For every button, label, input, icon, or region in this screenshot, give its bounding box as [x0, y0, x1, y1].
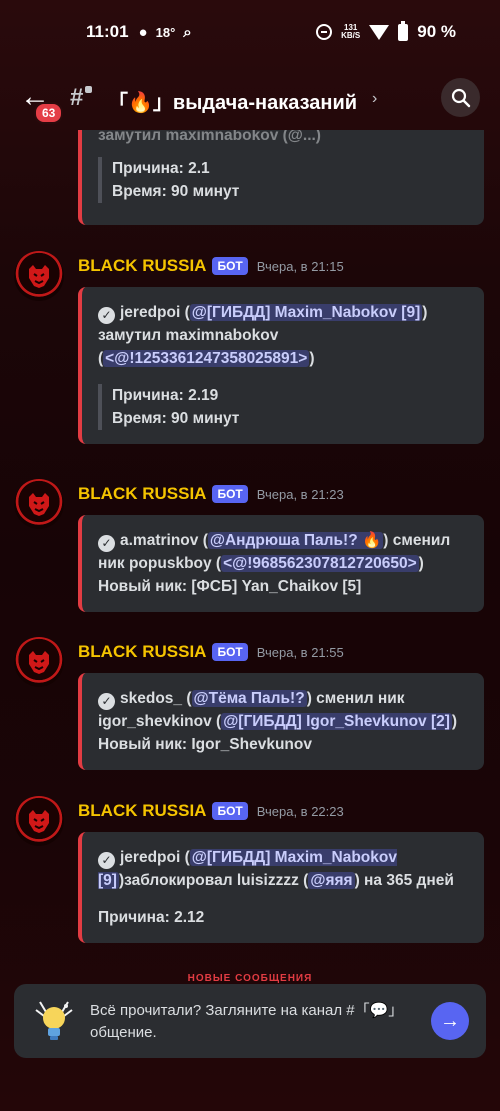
avatar[interactable]: [14, 637, 64, 687]
wifi-icon: [369, 24, 390, 40]
user-mention[interactable]: @яяя: [308, 872, 355, 889]
action-text: )заблокировал luisizzzz (: [118, 872, 309, 889]
embed-description: ✓ skedos_ (@Тёма Паль!?) сменил ник igor_…: [98, 687, 468, 733]
channel-header: ← 63 # 「🔥」выдача-наказаний ›: [0, 64, 500, 130]
author-name[interactable]: BLACK RUSSIA: [78, 642, 206, 662]
user-mention[interactable]: <@!968562307812720650>: [221, 555, 419, 572]
user-mention[interactable]: @Тёма Паль!?: [191, 690, 307, 707]
message-header: BLACK RUSSIA БОТ Вчера, в 21:23: [78, 482, 344, 506]
battery-icon: [398, 20, 409, 41]
avatar[interactable]: [14, 251, 64, 301]
status-bar: 11:01 ● 18° ⌕ 131 KB/S 90 %: [0, 0, 500, 64]
search-button[interactable]: [441, 78, 480, 117]
avatar[interactable]: [14, 479, 64, 529]
search-status-icon: ⌕: [183, 23, 192, 41]
timestamp: Вчера, в 22:23: [256, 803, 344, 819]
reason-text: Причина: 2.19: [112, 387, 219, 404]
embed-partial-text: замутил maximnabokov (@...): [98, 130, 321, 144]
battery-level: 90 %: [417, 22, 456, 41]
timestamp: Вчера, в 21:55: [256, 644, 344, 660]
new-messages-divider: НОВЫЕ СООБЩЕНИЯ: [187, 973, 313, 983]
embed-card: ✓ jeredpoi (@[ГИБДД] Maxim_Nabokov [9])за…: [78, 832, 484, 943]
chevron-right-icon[interactable]: ›: [372, 90, 377, 108]
actor-text: jeredpoi (: [120, 849, 190, 866]
user-mention[interactable]: @[ГИБДД] Igor_Shevkunov [2]: [221, 713, 452, 730]
lock-icon: [85, 86, 92, 93]
bot-tag: БОТ: [212, 643, 248, 661]
go-to-channel-button[interactable]: →: [431, 1002, 469, 1040]
action-end-text: ): [309, 350, 315, 367]
embed-quote: Причина: 2.19 Время: 90 минут: [98, 384, 468, 430]
arrow-right-icon: →: [440, 1009, 460, 1032]
bot-tag: БОТ: [212, 485, 248, 503]
check-icon: ✓: [98, 535, 115, 552]
check-icon: ✓: [98, 852, 115, 869]
bot-tag: БОТ: [212, 257, 248, 275]
embed-card: ✓ skedos_ (@Тёма Паль!?) сменил ник igor_…: [78, 673, 484, 770]
message-header: BLACK RUSSIA БОТ Вчера, в 22:23: [78, 799, 344, 823]
duration-text: Время: 90 минут: [112, 410, 240, 427]
actor-text: a.matrinov (: [120, 532, 208, 549]
clock: 11:01: [86, 22, 129, 41]
message-header: BLACK RUSSIA БОТ Вчера, в 21:55: [78, 640, 344, 664]
embed-card: ✓ a.matrinov (@Андрюша Паль!? 🔥) сменил н…: [78, 515, 484, 612]
user-mention[interactable]: @Андрюша Паль!? 🔥: [207, 532, 384, 549]
new-nick-text: Новый ник: Igor_Shevkunov: [98, 736, 312, 753]
bear-logo-icon: [29, 810, 49, 833]
embed-description: ✓ jeredpoi (@[ГИБДД] Maxim_Nabokov [9]) з…: [98, 301, 468, 370]
bot-tag: БОТ: [212, 802, 248, 820]
action-end-text: ): [451, 713, 458, 730]
reason-text: Причина: 2.1: [112, 160, 210, 177]
action-end-text: ): [418, 555, 424, 572]
unread-badge: 63: [34, 102, 64, 124]
message-header: BLACK RUSSIA БОТ Вчера, в 21:15: [78, 254, 344, 278]
timestamp: Вчера, в 21:15: [256, 258, 344, 274]
bear-logo-icon: [29, 493, 49, 516]
duration-text: Время: 90 минут: [112, 183, 240, 200]
message-list[interactable]: замутил maximnabokov (@...) Причина: 2.1…: [0, 130, 500, 980]
network-speed: 131 KB/S: [341, 24, 360, 40]
bear-logo-icon: [29, 651, 49, 674]
check-icon: ✓: [98, 693, 115, 710]
channel-title[interactable]: 「🔥」выдача-наказаний: [108, 86, 357, 115]
embed-description: ✓ a.matrinov (@Андрюша Паль!? 🔥) сменил н…: [98, 529, 468, 575]
prompt-text: Всё прочитали? Загляните на канал #「💬」об…: [90, 1002, 404, 1041]
timestamp: Вчера, в 21:23: [256, 486, 344, 502]
temperature: 18°: [155, 24, 176, 40]
action-end-text: ) на 365 дней: [354, 872, 454, 889]
check-icon: ✓: [98, 307, 115, 324]
next-channel-prompt[interactable]: Всё прочитали? Загляните на канал #「💬」об…: [14, 984, 486, 1058]
new-nick-text: Новый ник: [ФСБ] Yan_Chaikov [5]: [98, 578, 362, 595]
chat-bubble-icon: ●: [138, 23, 148, 41]
embed-quote: Причина: 2.1 Время: 90 минут: [98, 157, 468, 203]
user-mention[interactable]: <@!1253361247358025891>: [103, 350, 310, 367]
lightbulb-icon: [35, 1001, 73, 1040]
search-icon: [451, 88, 470, 107]
actor-text: jeredpoi (: [120, 304, 190, 321]
user-mention[interactable]: @[ГИБДД] Maxim_Nabokov [9]: [189, 304, 423, 321]
embed-card: ✓ jeredpoi (@[ГИБДД] Maxim_Nabokov [9]) з…: [78, 287, 484, 444]
author-name[interactable]: BLACK RUSSIA: [78, 484, 206, 504]
bear-logo-icon: [29, 265, 49, 288]
hash-lock-icon: #: [70, 84, 84, 111]
avatar[interactable]: [14, 796, 64, 846]
author-name[interactable]: BLACK RUSSIA: [78, 801, 206, 821]
embed-description: ✓ jeredpoi (@[ГИБДД] Maxim_Nabokov [9])за…: [98, 846, 468, 892]
embed-card: замутил maximnabokov (@...) Причина: 2.1…: [78, 130, 484, 225]
dnd-icon: [316, 24, 333, 40]
network-speed-unit: KB/S: [341, 31, 361, 40]
actor-text: skedos_ (: [120, 690, 192, 707]
reason-text: Причина: 2.12: [98, 909, 205, 926]
author-name[interactable]: BLACK RUSSIA: [78, 256, 206, 276]
